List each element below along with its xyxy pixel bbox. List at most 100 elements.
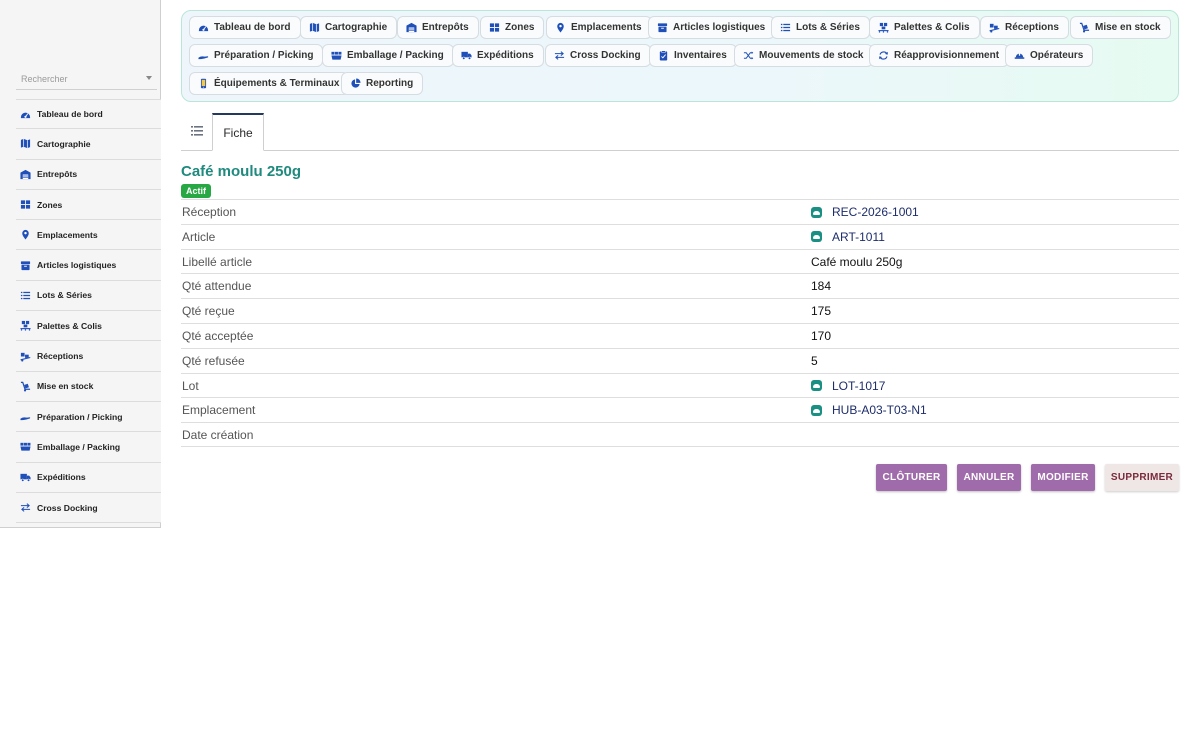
annuler-button[interactable]: ANNULER <box>957 464 1021 491</box>
map-pin-icon <box>555 22 566 33</box>
module-label: Mouvements de stock <box>759 50 864 61</box>
field-label: Lot <box>182 378 199 393</box>
sidebar-item-label: Lots & Séries <box>37 290 92 301</box>
sidebar-item-mise-en-stock[interactable]: Mise en stock <box>16 371 161 402</box>
sidebar-item-emballage-packing[interactable]: Emballage / Packing <box>16 432 161 463</box>
module-mouvements-de-stock[interactable]: Mouvements de stock <box>734 44 874 67</box>
field-value[interactable]: HUB-A03-T03-N1 <box>832 403 927 417</box>
module-entrepots[interactable]: Entrepôts <box>397 16 479 39</box>
field-label: Libellé article <box>182 254 253 269</box>
grid-icon <box>489 22 500 33</box>
record-tabs: Fiche <box>181 113 1179 151</box>
module-inventaires[interactable]: Inventaires <box>649 44 737 67</box>
box-icon <box>657 22 668 33</box>
box-icon <box>20 260 31 271</box>
module-receptions[interactable]: Réceptions <box>980 16 1069 39</box>
field-row-qte-attendue: Qté attendue 184 <box>181 273 1179 298</box>
module-palettes-colis[interactable]: Palettes & Colis <box>869 16 980 39</box>
field-value-link[interactable]: ART-1011 <box>811 230 885 244</box>
sidebar-item-label: Palettes & Colis <box>37 320 102 331</box>
dashboard-icon <box>198 22 209 33</box>
modifier-button[interactable]: MODIFIER <box>1031 464 1095 491</box>
hand-icon <box>198 50 209 61</box>
field-row-emplacement: Emplacement HUB-A03-T03-N1 <box>181 397 1179 422</box>
module-zones[interactable]: Zones <box>480 16 545 39</box>
module-label: Cartographie <box>325 22 388 33</box>
module-label: Préparation / Picking <box>214 50 314 61</box>
sidebar-item-entrepots[interactable]: Entrepôts <box>16 159 161 190</box>
module-label: Mise en stock <box>1095 22 1161 33</box>
field-label: Emplacement <box>182 403 256 418</box>
sidebar-item-expeditions[interactable]: Expéditions <box>16 462 161 493</box>
module-expeditions[interactable]: Expéditions <box>452 44 544 67</box>
link-icon[interactable] <box>811 380 822 392</box>
module-mise-en-stock[interactable]: Mise en stock <box>1070 16 1171 39</box>
module-lots-series[interactable]: Lots & Séries <box>771 16 870 39</box>
sidebar-item-cross-docking[interactable]: Cross Docking <box>16 492 161 524</box>
module-preparation-picking[interactable]: Préparation / Picking <box>189 44 324 67</box>
sidebar-item-label: Préparation / Picking <box>37 411 123 422</box>
list-view-icon[interactable] <box>190 123 203 141</box>
field-value[interactable]: LOT-1017 <box>832 379 885 393</box>
supprimer-button[interactable]: SUPPRIMER <box>1105 464 1179 491</box>
field-row-libelle-article: Libellé article Café moulu 250g <box>181 248 1179 274</box>
field-row-date-creation: Date création <box>181 422 1179 447</box>
record-fields: Réception REC-2026-1001 Article ART-1011 L… <box>181 199 1179 447</box>
module-tableau-de-bord[interactable]: Tableau de bord <box>189 16 301 39</box>
module-equipements-terminaux[interactable]: Équipements & Terminaux <box>189 72 350 95</box>
module-articles-logistiques[interactable]: Articles logistiques <box>648 16 776 39</box>
sidebar-item-label: Cross Docking <box>37 502 98 513</box>
sidebar-item-cartographie[interactable]: Cartographie <box>16 129 161 160</box>
truck-loading-icon <box>20 351 31 362</box>
sidebar-item-label: Articles logistiques <box>37 260 117 271</box>
link-icon[interactable] <box>811 404 822 416</box>
sidebar-item-lots-series[interactable]: Lots & Séries <box>16 280 161 312</box>
link-icon[interactable] <box>811 231 822 243</box>
module-label: Reporting <box>366 78 414 89</box>
tab-list-view[interactable] <box>181 113 212 150</box>
sidebar-item-tableau-de-bord[interactable]: Tableau de bord <box>16 99 161 130</box>
cloturer-button[interactable]: CLÔTURER <box>876 464 947 491</box>
module-cartographie[interactable]: Cartographie <box>300 16 398 39</box>
field-value-link[interactable]: HUB-A03-T03-N1 <box>811 403 927 417</box>
field-value[interactable]: REC-2026-1001 <box>832 205 919 219</box>
module-emplacements[interactable]: Emplacements <box>546 16 652 39</box>
mobile-icon <box>198 78 209 89</box>
field-value: 170 <box>811 328 832 343</box>
boxes-icon <box>20 441 31 452</box>
module-reporting[interactable]: Reporting <box>341 72 424 95</box>
exchange-icon <box>554 50 565 61</box>
module-label: Tableau de bord <box>214 22 291 33</box>
dolly-icon <box>20 381 31 392</box>
module-label: Palettes & Colis <box>894 22 970 33</box>
link-icon[interactable] <box>811 206 822 218</box>
pallet-icon <box>20 320 31 331</box>
search-input[interactable] <box>16 69 157 89</box>
module-cross-docking[interactable]: Cross Docking <box>545 44 651 67</box>
sidebar-item-articles-logistiques[interactable]: Articles logistiques <box>16 250 161 281</box>
field-row-qte-recue: Qté reçue 175 <box>181 298 1179 323</box>
tab-fiche[interactable]: Fiche <box>212 113 264 151</box>
sidebar-search[interactable] <box>16 69 157 90</box>
hand-icon <box>20 411 31 422</box>
field-label: Qté reçue <box>182 304 235 319</box>
exchange-icon <box>20 502 31 513</box>
module-emballage-packing[interactable]: Emballage / Packing <box>322 44 454 67</box>
sidebar-item-emplacements[interactable]: Emplacements <box>16 220 161 251</box>
map-icon <box>20 138 31 149</box>
sidebar-item-zones[interactable]: Zones <box>16 189 161 221</box>
field-value[interactable]: ART-1011 <box>832 230 885 244</box>
sidebar-item-receptions[interactable]: Réceptions <box>16 341 161 372</box>
field-label: Qté acceptée <box>182 328 254 343</box>
field-value-link[interactable]: REC-2026-1001 <box>811 205 919 219</box>
sidebar-item-palettes-colis[interactable]: Palettes & Colis <box>16 311 161 342</box>
refresh-icon <box>878 50 889 61</box>
chevron-down-icon[interactable] <box>146 76 152 80</box>
field-value-link[interactable]: LOT-1017 <box>811 379 885 393</box>
module-label: Emballage / Packing <box>347 50 444 61</box>
module-label: Zones <box>505 22 535 33</box>
dashboard-icon <box>20 109 31 120</box>
module-operateurs[interactable]: Opérateurs <box>1005 44 1094 67</box>
module-reapprovisionnement[interactable]: Réapprovisionnement <box>869 44 1010 67</box>
sidebar-item-preparation-picking[interactable]: Préparation / Picking <box>16 401 161 433</box>
